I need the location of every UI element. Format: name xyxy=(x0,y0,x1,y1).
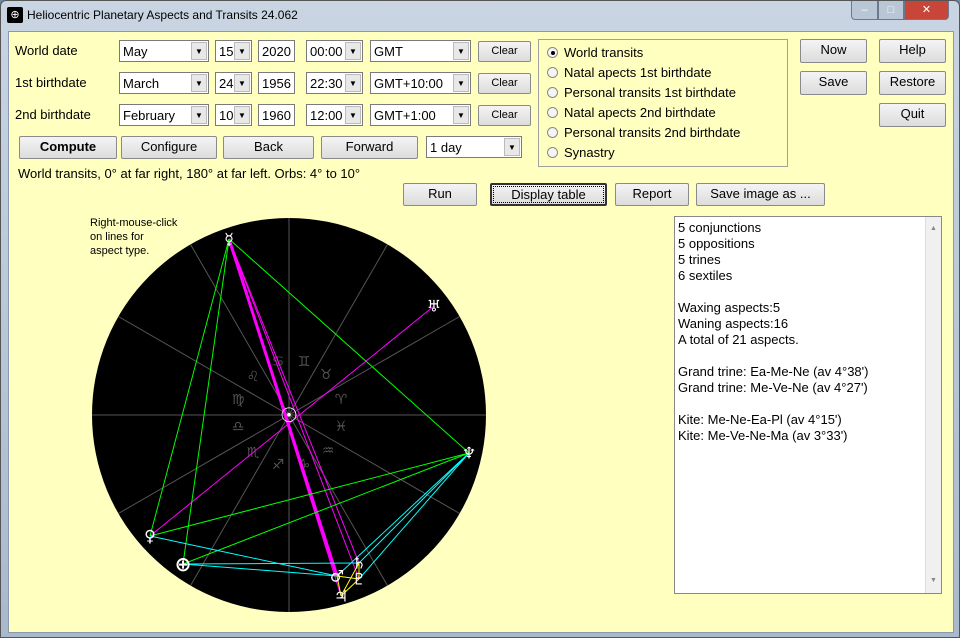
report-line: 6 sextiles xyxy=(678,268,733,283)
report-line: Kite: Me-Ve-Ne-Ma (av 3°33') xyxy=(678,428,848,443)
zodiac-sign-glyph: ♓ xyxy=(335,419,348,435)
maximize-button[interactable]: □ xyxy=(878,1,904,20)
scroll-up-icon[interactable]: ▲ xyxy=(926,221,941,237)
neptune-glyph: ♆ xyxy=(462,444,476,463)
zodiac-sign-glyph: ♊ xyxy=(298,354,311,370)
zodiac-sign-glyph: ♌ xyxy=(247,369,260,385)
report-line: 5 trines xyxy=(678,252,721,267)
app-window: ⊕ Heliocentric Planetary Aspects and Tra… xyxy=(0,0,960,638)
zodiac-sign-glyph: ♉ xyxy=(320,367,333,383)
report-line: 5 conjunctions xyxy=(678,220,762,235)
mercury-glyph: ☿ xyxy=(224,230,234,249)
window-title: Heliocentric Planetary Aspects and Trans… xyxy=(27,8,298,22)
report-line: 5 oppositions xyxy=(678,236,755,251)
client-area: World date May▼ 15▼ 00:00▼ GMT▼ Clear 1s… xyxy=(8,31,954,633)
zodiac-sign-glyph: ♐ xyxy=(272,457,285,473)
uranus-glyph: ♅ xyxy=(427,297,441,316)
zodiac-sign-glyph: ♎ xyxy=(232,419,245,435)
report-line: Waning aspects:16 xyxy=(678,316,789,331)
zodiac-sign-glyph: ♈ xyxy=(335,392,348,408)
report-line xyxy=(678,348,938,364)
report-textbox[interactable]: 5 conjunctions 5 oppositions 5 trines 6 sex… xyxy=(674,216,942,594)
restore-button[interactable]: Restore xyxy=(879,71,946,95)
report-line xyxy=(678,396,938,412)
app-icon: ⊕ xyxy=(7,7,23,23)
report-line: Grand trine: Ea-Me-Ne (av 4°38') xyxy=(678,364,869,379)
sun-glyph: ☉ xyxy=(280,403,298,427)
report-line: A total of 21 aspects. xyxy=(678,332,799,347)
minimize-button[interactable]: ‒ xyxy=(851,1,878,20)
save-image-button[interactable]: Save image as ... xyxy=(696,183,825,206)
help-button[interactable]: Help xyxy=(879,39,946,63)
close-button[interactable]: ✕ xyxy=(904,1,949,20)
mars-glyph: ♂ xyxy=(330,567,344,586)
report-line: Grand trine: Me-Ve-Ne (av 4°27') xyxy=(678,380,868,395)
jupiter-glyph: ♃ xyxy=(334,587,348,606)
quit-button[interactable]: Quit xyxy=(879,103,946,127)
venus-glyph: ♀ xyxy=(144,527,156,546)
zodiac-sign-glyph: ♍ xyxy=(232,392,245,408)
pluto-glyph: ♇ xyxy=(352,570,366,589)
save-button[interactable]: Save xyxy=(800,71,867,95)
earth-glyph: ⊕ xyxy=(175,552,192,576)
scrollbar[interactable]: ▲ ▼ xyxy=(925,217,941,593)
report-line xyxy=(678,284,938,300)
report-line: Waxing aspects:5 xyxy=(678,300,781,315)
now-button[interactable]: Now xyxy=(800,39,867,63)
scroll-down-icon[interactable]: ▼ xyxy=(926,573,941,589)
report-line: Kite: Me-Ne-Ea-Pl (av 4°15') xyxy=(678,412,842,427)
aspect-wheel[interactable]: ♈♉♊♋♌♍♎♏♐♑♒♓☉☿♅♆♀⊕♂♄♇♃ xyxy=(9,32,669,634)
zodiac-sign-glyph: ♒ xyxy=(322,443,335,459)
